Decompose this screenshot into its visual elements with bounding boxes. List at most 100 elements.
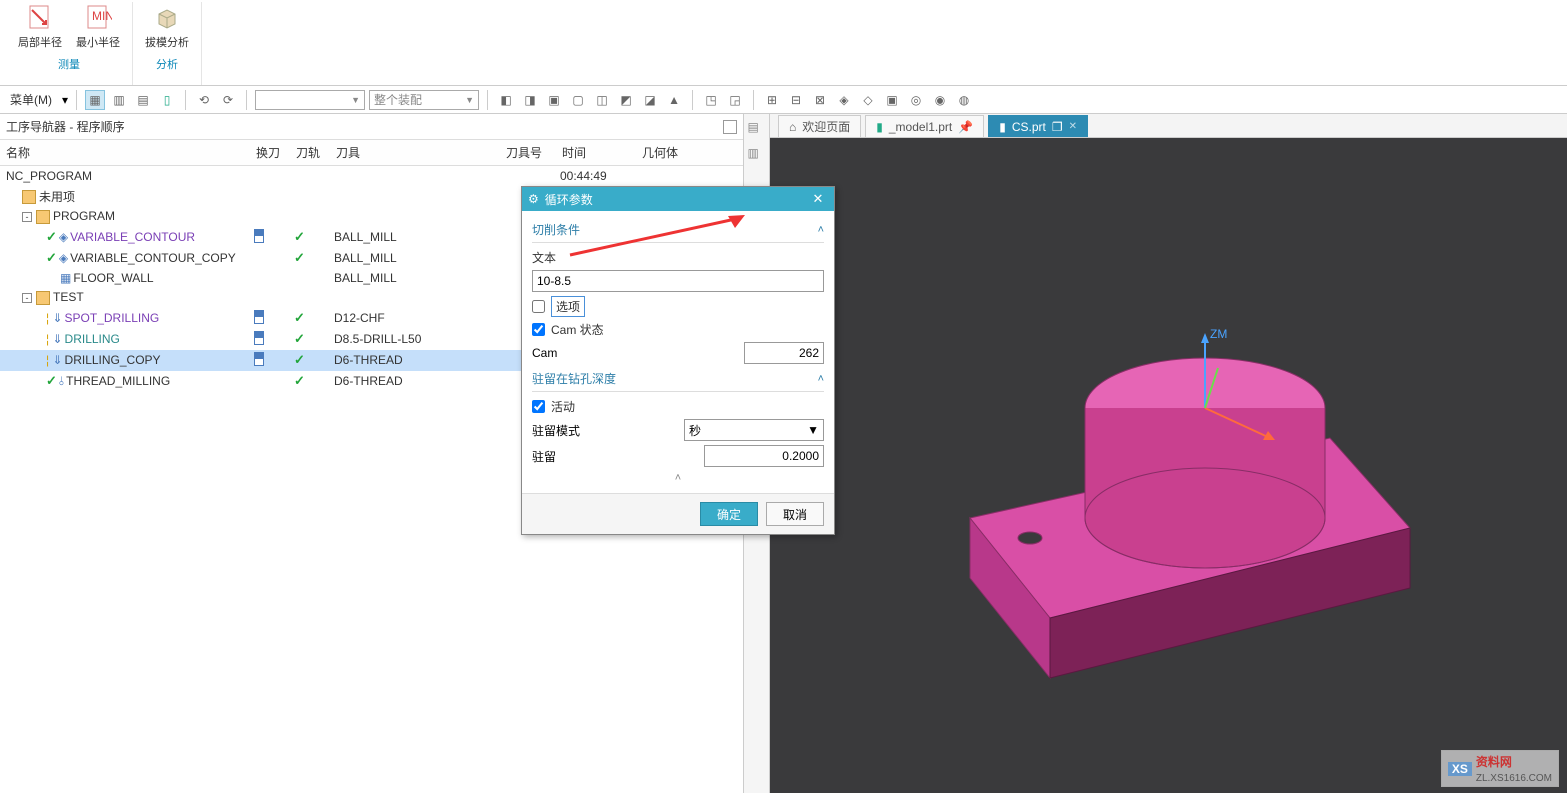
tb-filter-3[interactable]: ▣ [544, 90, 564, 110]
check-icon: ✓ [46, 373, 57, 388]
watermark-xs: XS [1448, 762, 1472, 776]
box-icon [153, 4, 181, 32]
tb-btn-1[interactable]: ▦ [85, 90, 105, 110]
tb-btn-4[interactable]: ▯ [157, 90, 177, 110]
col-time[interactable]: 时间 [556, 140, 636, 166]
cancel-button[interactable]: 取消 [766, 502, 824, 526]
ribbon-group-analysis: 拔模分析 分析 [133, 2, 202, 85]
text-input[interactable] [532, 270, 824, 292]
menu-label[interactable]: 菜单(M) [4, 91, 58, 108]
tab-new-window-icon[interactable]: ❐ [1052, 120, 1063, 134]
tb-view-4[interactable]: ◈ [834, 90, 854, 110]
check-icon: ✓ [46, 229, 57, 244]
col-toolnum[interactable]: 刀具号 [500, 140, 556, 166]
close-icon[interactable]: ✕ [1069, 121, 1077, 132]
doc-min-icon: MIN [84, 4, 112, 32]
dialog-titlebar[interactable]: ⚙ 循环参数 ✕ [522, 187, 834, 211]
dialog-title: 循环参数 [545, 191, 593, 208]
check-icon: ✓ [294, 310, 305, 325]
chevron-up-icon: ˄ [818, 373, 824, 385]
tab-cs[interactable]: ▮CS.prt❐✕ [988, 115, 1088, 137]
ok-button[interactable]: 确定 [700, 502, 758, 526]
rb-icon-2[interactable]: ▥ [748, 146, 766, 164]
local-radius-label: 局部半径 [18, 34, 62, 50]
combo-2[interactable]: 整个装配▼ [369, 90, 479, 110]
tb-view-1[interactable]: ⊞ [762, 90, 782, 110]
tb-cube-2[interactable]: ◲ [725, 90, 745, 110]
col-path[interactable]: 刀轨 [290, 140, 330, 166]
tb-filter-5[interactable]: ◫ [592, 90, 612, 110]
collapse-icon[interactable]: - [22, 293, 32, 303]
contour-icon: ◈ [59, 251, 68, 265]
part-icon: ▮ [876, 120, 883, 134]
nav-restore-icon[interactable] [723, 120, 737, 134]
tb-filter-4[interactable]: ▢ [568, 90, 588, 110]
section-dwell[interactable]: 驻留在钻孔深度˄ [532, 368, 824, 389]
nav-title-text: 工序导航器 - 程序顺序 [6, 118, 125, 135]
tb-view-2[interactable]: ⊟ [786, 90, 806, 110]
home-icon: ⌂ [789, 120, 796, 134]
tab-pin-icon[interactable]: 📌 [958, 120, 973, 134]
dwell-input[interactable] [704, 445, 824, 467]
tb-view-9[interactable]: ◍ [954, 90, 974, 110]
min-radius-label: 最小半径 [76, 34, 120, 50]
svg-text:ZM: ZM [1210, 327, 1227, 341]
swap-icon [254, 331, 264, 345]
tb-cube-1[interactable]: ◳ [701, 90, 721, 110]
tb-view-3[interactable]: ⊠ [810, 90, 830, 110]
min-radius-button[interactable]: MIN 最小半径 [72, 2, 124, 52]
cam-input[interactable] [744, 342, 824, 364]
col-tool[interactable]: 刀具 [330, 140, 500, 166]
drill-icon: ⇓ [52, 311, 62, 325]
dwell-mode-combo[interactable]: 秒▼ [684, 419, 824, 441]
folder-icon [22, 190, 36, 204]
expand-handle[interactable]: ˄ [532, 471, 824, 485]
tb-view-5[interactable]: ◇ [858, 90, 878, 110]
toolbar: 菜单(M)▾ ▦ ▥ ▤ ▯ ⟲ ⟳ ▼ 整个装配▼ ◧ ◨ ▣ ▢ ◫ ◩ ◪… [0, 86, 1567, 114]
local-radius-button[interactable]: 局部半径 [14, 2, 66, 52]
tb-filter-7[interactable]: ◪ [640, 90, 660, 110]
ribbon: 局部半径 MIN 最小半径 测量 拔模分析 分析 [0, 0, 1567, 86]
col-swap[interactable]: 换刀 [250, 140, 290, 166]
3d-canvas[interactable]: ZM [770, 138, 1567, 793]
draft-analysis-button[interactable]: 拔模分析 [141, 2, 193, 52]
tb-filter-6[interactable]: ◩ [616, 90, 636, 110]
check-icon: ✓ [46, 250, 57, 265]
tb-view-8[interactable]: ◉ [930, 90, 950, 110]
tb-btn-6[interactable]: ⟳ [218, 90, 238, 110]
cam-status-checkbox[interactable] [532, 323, 545, 336]
col-name[interactable]: 名称 [0, 140, 250, 166]
swap-icon [254, 229, 264, 243]
close-icon[interactable]: ✕ [808, 191, 828, 207]
group-measure-label: 测量 [58, 56, 80, 72]
dwell-mode-label: 驻留模式 [532, 422, 580, 439]
section-cutting[interactable]: 切削条件˄ [532, 219, 824, 240]
gear-icon: ⚙ [528, 192, 539, 206]
tree-row-root[interactable]: NC_PROGRAM00:44:49 [0, 166, 743, 186]
cam-status-label: Cam 状态 [551, 321, 604, 338]
tb-filter-2[interactable]: ◨ [520, 90, 540, 110]
tb-filter-8[interactable]: ▲ [664, 90, 684, 110]
active-label: 活动 [551, 398, 575, 415]
nav-title-bar: 工序导航器 - 程序顺序 [0, 114, 743, 140]
check-icon: ✓ [294, 229, 305, 244]
tab-model1[interactable]: ▮_model1.prt📌 [865, 115, 984, 137]
tb-btn-3[interactable]: ▤ [133, 90, 153, 110]
tb-view-6[interactable]: ▣ [882, 90, 902, 110]
collapse-icon[interactable]: - [22, 212, 32, 222]
tb-view-7[interactable]: ◎ [906, 90, 926, 110]
tb-filter-1[interactable]: ◧ [496, 90, 516, 110]
part-icon: ▮ [999, 120, 1006, 134]
document-tabs: ⌂欢迎页面 ▮_model1.prt📌 ▮CS.prt❐✕ [770, 114, 1567, 138]
active-checkbox[interactable] [532, 400, 545, 413]
tab-welcome[interactable]: ⌂欢迎页面 [778, 115, 861, 137]
tb-btn-5[interactable]: ⟲ [194, 90, 214, 110]
thread-icon: ⫰ [59, 374, 64, 388]
col-geom[interactable]: 几何体 [636, 140, 743, 166]
tb-btn-2[interactable]: ▥ [109, 90, 129, 110]
rb-icon-1[interactable]: ▤ [748, 120, 766, 138]
floor-icon: ▦ [60, 271, 71, 285]
option-checkbox[interactable] [532, 300, 545, 313]
drill-icon: ⇓ [52, 353, 62, 367]
combo-1[interactable]: ▼ [255, 90, 365, 110]
